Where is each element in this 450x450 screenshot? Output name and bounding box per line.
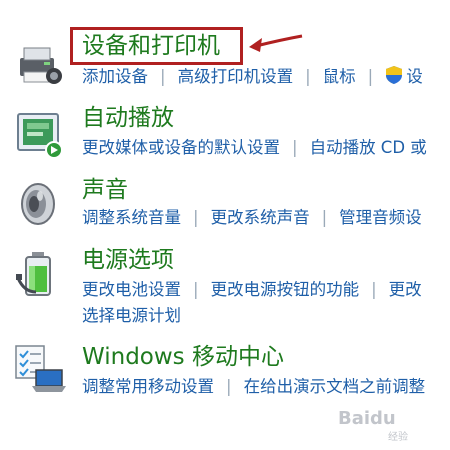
links-power-options-row2: 选择电源计划 xyxy=(82,305,181,327)
autoplay-icon[interactable] xyxy=(14,108,66,160)
red-arrow-icon xyxy=(246,30,304,60)
highlight-box xyxy=(70,27,243,65)
link-adjust-mobility-settings[interactable]: 调整常用移动设置 xyxy=(82,377,214,396)
link-mouse[interactable]: 鼠标 xyxy=(323,67,356,86)
link-change-system-sounds[interactable]: 更改系统声音 xyxy=(211,208,310,227)
links-sound: 调整系统音量 | 更改系统声音 | 管理音频设 xyxy=(82,207,422,229)
link-change-more[interactable]: 更改 xyxy=(389,280,422,299)
link-add-device[interactable]: 添加设备 xyxy=(82,67,148,86)
battery-icon[interactable] xyxy=(14,248,66,300)
watermark-text: Baidu xyxy=(338,408,396,429)
laptop-checklist-icon[interactable] xyxy=(14,344,66,396)
link-adjust-volume[interactable]: 调整系统音量 xyxy=(82,208,181,227)
separator: | xyxy=(367,67,374,86)
link-change-battery-settings[interactable]: 更改电池设置 xyxy=(82,280,181,299)
watermark-sub: 经验 xyxy=(388,432,408,443)
link-manage-audio-devices[interactable]: 管理音频设 xyxy=(339,208,422,227)
separator: | xyxy=(305,67,311,86)
printer-icon[interactable] xyxy=(14,36,66,88)
link-adjust-before-presentation[interactable]: 在给出演示文档之前调整 xyxy=(244,377,426,396)
links-devices-printers: 添加设备 | 高级打印机设置 | 鼠标 | 设 xyxy=(82,65,423,91)
links-power-options: 更改电池设置 | 更改电源按钮的功能 | 更改 xyxy=(82,279,422,301)
uac-shield-icon xyxy=(385,65,403,91)
link-change-media-defaults[interactable]: 更改媒体或设备的默认设置 xyxy=(82,138,280,157)
link-autoplay-cd[interactable]: 自动播放 CD 或 xyxy=(310,138,427,157)
title-autoplay[interactable]: 自动播放 xyxy=(82,104,174,132)
separator: | xyxy=(226,377,232,396)
title-sound[interactable]: 声音 xyxy=(82,176,128,204)
baidu-watermark: Baidu 经验 xyxy=(328,406,444,443)
separator: | xyxy=(371,280,377,299)
title-power-options[interactable]: 电源选项 xyxy=(82,246,174,274)
speaker-icon[interactable] xyxy=(14,178,66,230)
link-choose-power-plan[interactable]: 选择电源计划 xyxy=(82,306,181,325)
link-device-settings[interactable]: 设 xyxy=(406,67,423,86)
separator: | xyxy=(193,208,199,227)
links-autoplay: 更改媒体或设备的默认设置 | 自动播放 CD 或 xyxy=(82,137,427,159)
title-mobility-center[interactable]: Windows 移动中心 xyxy=(82,343,284,371)
link-change-power-button[interactable]: 更改电源按钮的功能 xyxy=(211,280,360,299)
separator: | xyxy=(160,67,166,86)
separator: | xyxy=(321,208,328,227)
separator: | xyxy=(292,138,298,157)
separator: | xyxy=(193,280,199,299)
link-advanced-printer-settings[interactable]: 高级打印机设置 xyxy=(178,67,294,86)
links-mobility-center: 调整常用移动设置 | 在给出演示文档之前调整 xyxy=(82,376,425,398)
